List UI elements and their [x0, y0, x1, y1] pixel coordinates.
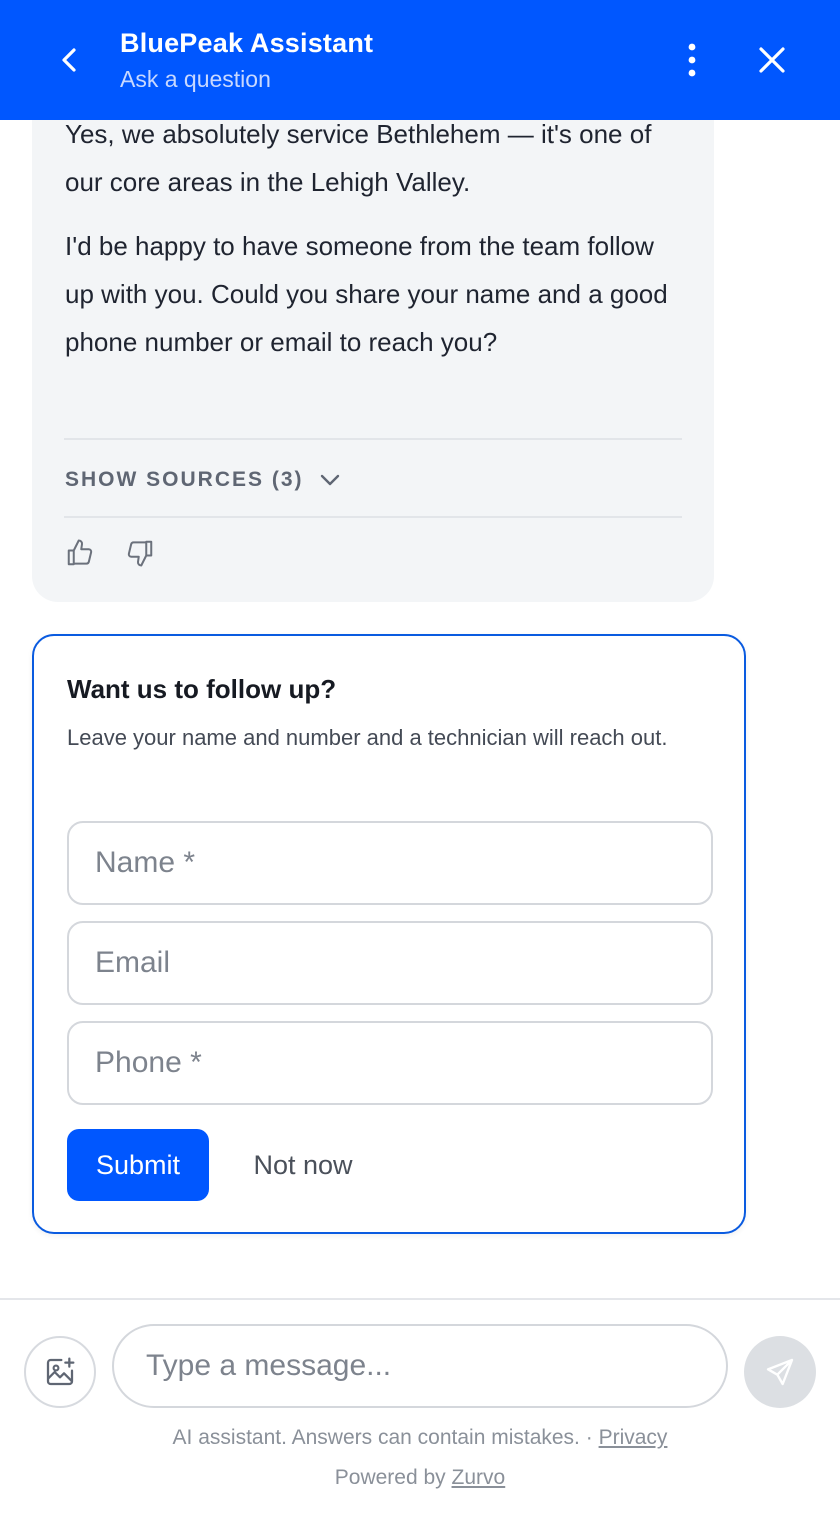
attach-image-button[interactable]	[24, 1336, 96, 1408]
show-sources-label: SHOW SOURCES (3)	[65, 468, 304, 491]
chevron-down-icon	[320, 474, 339, 486]
dislike-button[interactable]	[123, 536, 157, 570]
chevron-left-icon	[62, 48, 76, 72]
followup-title: Want us to follow up?	[67, 674, 337, 704]
show-sources-button[interactable]: SHOW SOURCES (3)	[65, 460, 340, 500]
menu-button[interactable]	[672, 38, 712, 82]
powered-by-line: Powered by Zurvo	[0, 1466, 840, 1490]
message-paragraph: Yes, we absolutely service Bethlehem — i…	[65, 119, 652, 197]
message-paragraph: I'd be happy to have someone from the te…	[65, 231, 668, 357]
assistant-message: Yes, we absolutely service Bethlehem — i…	[32, 90, 714, 602]
composer-divider	[0, 1298, 840, 1300]
divider	[64, 438, 682, 440]
privacy-link[interactable]: Privacy	[599, 1426, 668, 1449]
name-field[interactable]	[67, 821, 713, 905]
header-title: BluePeak Assistant	[120, 28, 374, 58]
followup-card: Want us to follow up? Leave your name an…	[32, 634, 746, 1234]
thumbs-down-icon	[127, 540, 153, 567]
send-button[interactable]	[744, 1336, 816, 1408]
chat-header: BluePeak Assistant Ask a question	[0, 0, 840, 120]
powered-by-text: Powered by	[334, 1466, 446, 1489]
email-field[interactable]	[67, 921, 713, 1005]
followup-description: Leave your name and number and a technic…	[67, 725, 668, 750]
divider	[64, 516, 682, 518]
close-icon	[759, 47, 785, 73]
kebab-menu-icon	[688, 43, 696, 77]
like-button[interactable]	[63, 536, 97, 570]
disclaimer-line: AI assistant. Answers can contain mistak…	[0, 1426, 840, 1450]
disclaimer-text: AI assistant. Answers can contain mistak…	[172, 1426, 593, 1449]
image-add-icon	[46, 1357, 75, 1386]
close-button[interactable]	[750, 38, 794, 82]
thumbs-up-icon	[67, 539, 93, 566]
submit-button[interactable]: Submit	[67, 1129, 209, 1201]
send-icon	[766, 1358, 794, 1386]
back-button[interactable]	[50, 40, 88, 80]
brand-link[interactable]: Zurvo	[452, 1466, 506, 1489]
header-subtitle: Ask a question	[120, 66, 271, 92]
message-input[interactable]	[112, 1324, 728, 1408]
phone-field[interactable]	[67, 1021, 713, 1105]
not-now-button[interactable]: Not now	[228, 1129, 378, 1201]
